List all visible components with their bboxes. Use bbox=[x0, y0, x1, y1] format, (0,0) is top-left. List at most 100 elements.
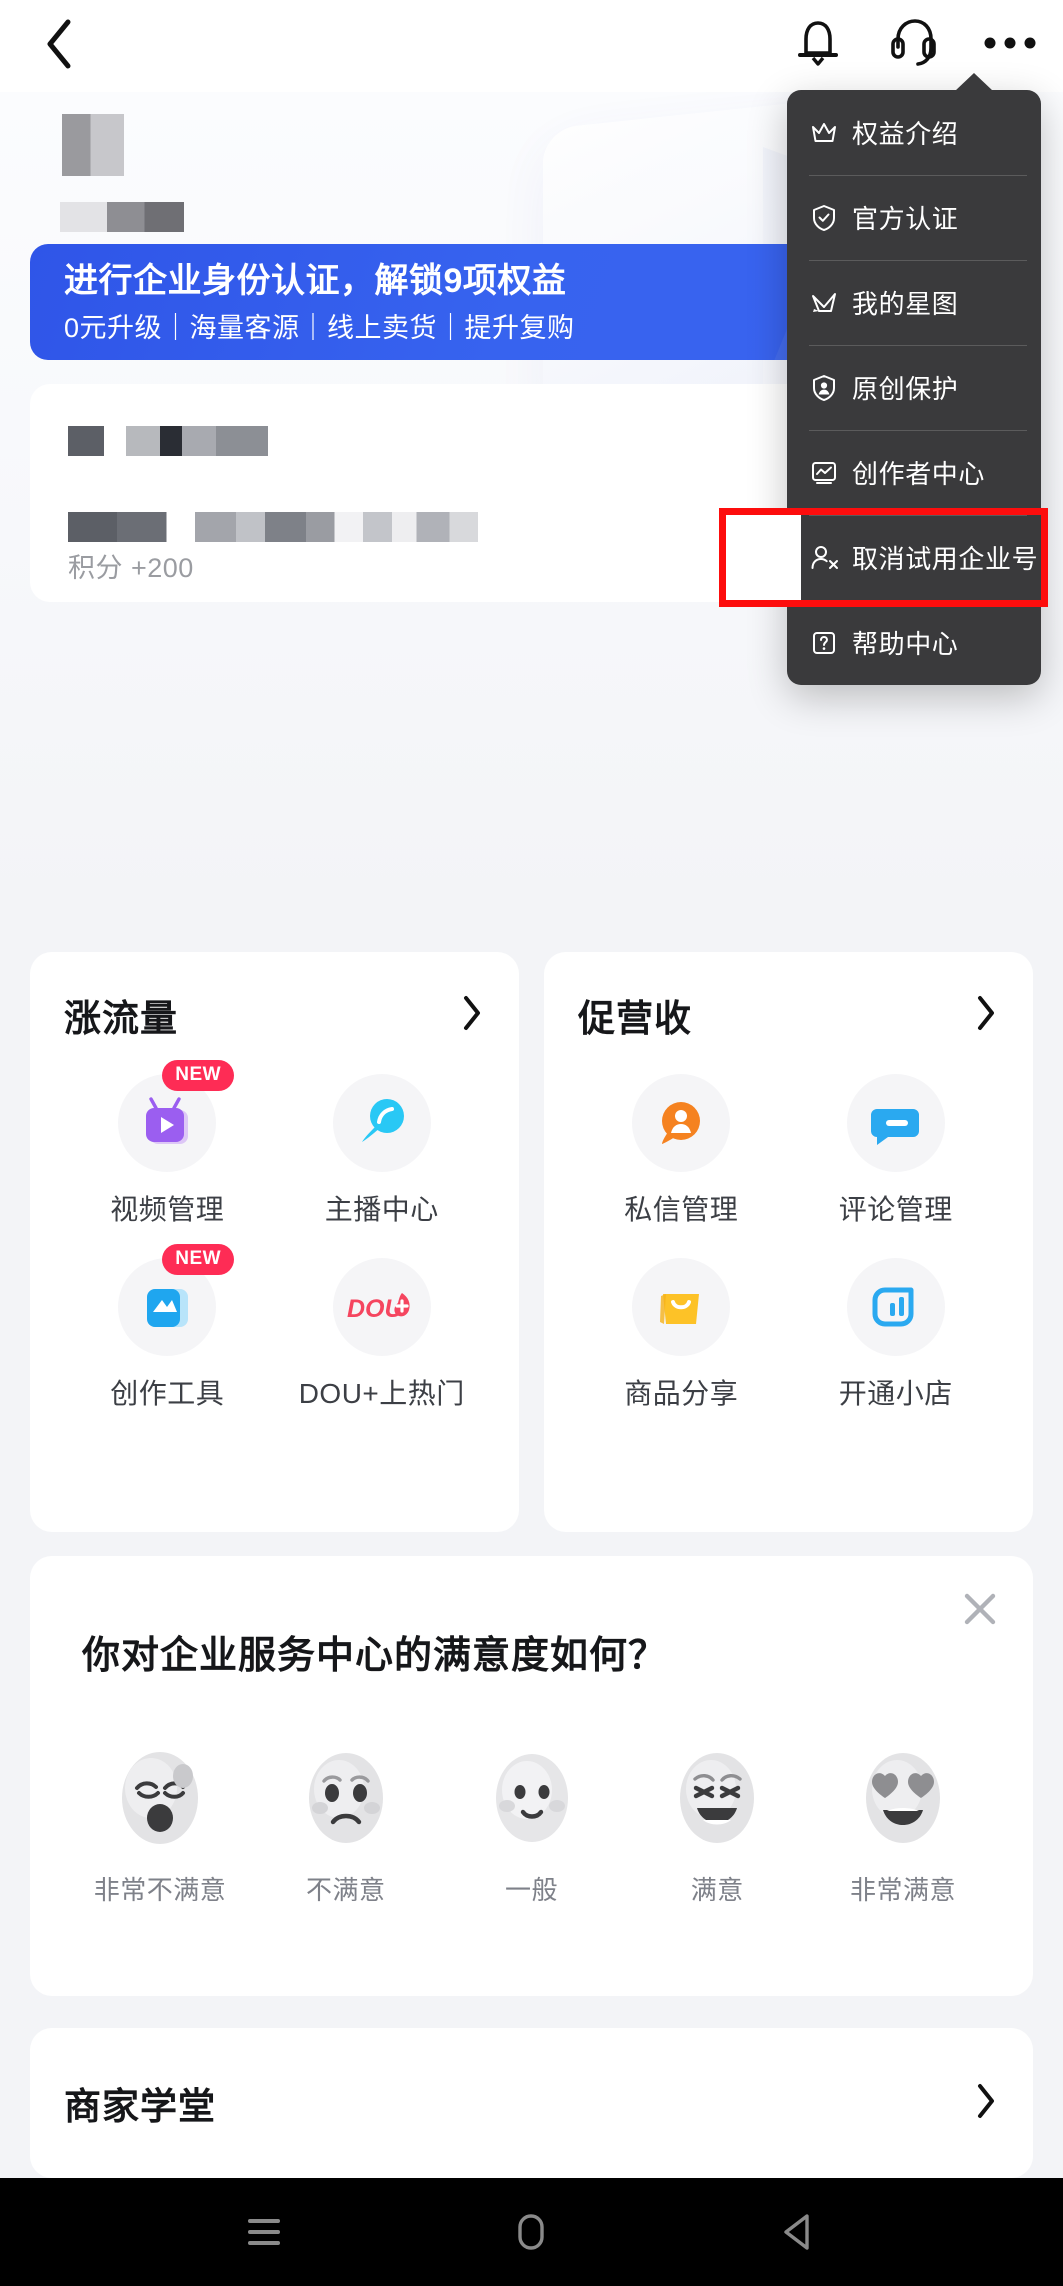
monitor-chart-icon bbox=[809, 458, 839, 488]
star-map-icon bbox=[809, 288, 839, 318]
feature-item-private-message[interactable]: 私信管理 bbox=[574, 1074, 789, 1228]
account-name-redacted bbox=[60, 202, 184, 232]
menu-item-cancel-trial-enterprise-account[interactable]: 取消试用企业号 bbox=[719, 508, 1048, 607]
crown-icon bbox=[809, 118, 839, 148]
shield-check-icon bbox=[809, 203, 839, 233]
feature-item-label: 主播中心 bbox=[324, 1194, 439, 1225]
close-icon bbox=[964, 1593, 996, 1625]
back-button[interactable] bbox=[30, 14, 90, 74]
feature-cards: 涨流量 NEW 视频管理 主播中心 NEW 创作工具 DOU DOU+上热门 促… bbox=[30, 952, 1033, 1532]
feature-grid: 私信管理 评论管理 商品分享 开通小店 bbox=[574, 1074, 1003, 1412]
avatar bbox=[62, 114, 124, 176]
info-row-redacted-1 bbox=[68, 426, 268, 456]
chevron-right-icon[interactable] bbox=[461, 994, 483, 1037]
feature-item-label: 视频管理 bbox=[110, 1194, 225, 1225]
headset-icon bbox=[891, 19, 936, 66]
feature-grid: NEW 视频管理 主播中心 NEW 创作工具 DOU DOU+上热门 bbox=[60, 1060, 490, 1412]
feature-item-label: 评论管理 bbox=[838, 1194, 953, 1225]
more-options-menu: 权益介绍 官方认证 我的星图 原创保护 创作者中心 取消试用企业号 帮助中心 bbox=[719, 73, 1048, 685]
feature-item-label: 开通小店 bbox=[838, 1378, 953, 1409]
home-pill-icon bbox=[518, 2214, 545, 2250]
points-label: 积分 +200 bbox=[68, 553, 194, 583]
menu-item-label: 权益介绍 bbox=[852, 119, 959, 149]
app-root: 进行企业身份认证，解锁9项权益 0元升级｜海量客源｜线上卖货｜提升复购 积分 +… bbox=[0, 0, 1063, 2286]
survey-option-very-satisfied[interactable]: 非常满意 bbox=[813, 1748, 993, 1907]
feature-item-video-management[interactable]: NEW 视频管理 bbox=[60, 1060, 275, 1228]
menu-item-official-cert[interactable]: 官方认证 bbox=[787, 175, 1041, 260]
survey-option-label: 非常不满意 bbox=[93, 1875, 227, 1905]
menu-item-label: 创作者中心 bbox=[852, 459, 986, 489]
menu-item-label: 帮助中心 bbox=[852, 629, 959, 659]
customer-service-button[interactable] bbox=[883, 10, 945, 76]
survey-option-label: 不满意 bbox=[305, 1875, 386, 1905]
feature-card-header[interactable]: 促营收 bbox=[574, 988, 1003, 1042]
dissatisfied-face bbox=[308, 1753, 383, 1843]
satisfaction-survey-card: 你对企业服务中心的满意度如何？ 非常不满意 不满意 一般 满意 非常满意 bbox=[30, 1556, 1033, 1996]
survey-option-label: 非常满意 bbox=[849, 1875, 956, 1905]
feature-item-label: DOU+上热门 bbox=[298, 1378, 465, 1409]
feature-item-open-shop[interactable]: 开通小店 bbox=[789, 1258, 1004, 1412]
back-triangle-icon bbox=[784, 2214, 809, 2250]
menu-item-original-protection[interactable]: 原创保护 bbox=[787, 345, 1041, 430]
feature-card-header[interactable]: 涨流量 bbox=[60, 988, 489, 1042]
satisfied-face bbox=[680, 1753, 755, 1843]
feature-item-creation-tools[interactable]: NEW 创作工具 bbox=[60, 1244, 275, 1412]
feature-card-title: 促营收 bbox=[578, 998, 692, 1039]
feature-item-product-share[interactable]: 商品分享 bbox=[574, 1258, 789, 1412]
info-row-redacted-2 bbox=[68, 512, 478, 542]
feature-card-title: 涨流量 bbox=[64, 998, 178, 1039]
dou-plus-icon: DOU bbox=[333, 1258, 431, 1356]
survey-option-label: 一般 bbox=[504, 1875, 558, 1905]
feature-card-revenue: 促营收 私信管理 评论管理 商品分享 开通小店 bbox=[544, 952, 1033, 1532]
new-badge: NEW bbox=[162, 1244, 235, 1275]
chevron-left-icon bbox=[47, 19, 71, 69]
bell-icon bbox=[798, 21, 838, 66]
feature-item-label: 商品分享 bbox=[624, 1378, 739, 1409]
highlight-box-extension bbox=[719, 508, 801, 607]
comment-icon bbox=[847, 1074, 945, 1172]
home-button[interactable] bbox=[486, 2197, 576, 2267]
feature-card-traffic: 涨流量 NEW 视频管理 主播中心 NEW 创作工具 DOU DOU+上热门 bbox=[30, 952, 519, 1532]
close-survey-button[interactable] bbox=[957, 1586, 1003, 1632]
back-button-nav[interactable] bbox=[754, 2197, 844, 2267]
menu-item-label: 取消试用企业号 bbox=[852, 544, 1039, 574]
feature-item-anchor-center[interactable]: 主播中心 bbox=[275, 1074, 490, 1228]
system-navigation-bar bbox=[0, 2178, 1063, 2286]
survey-options: 非常不满意 不满意 一般 满意 非常满意 bbox=[70, 1748, 993, 1907]
survey-option-label: 满意 bbox=[690, 1875, 744, 1905]
menu-lines-icon bbox=[247, 2219, 280, 2245]
feature-item-label: 创作工具 bbox=[110, 1378, 225, 1409]
very-dissatisfied-face bbox=[122, 1752, 198, 1844]
menu-item-creator-center[interactable]: 创作者中心 bbox=[787, 430, 1041, 515]
feature-item-dou-plus[interactable]: DOU DOU+上热门 bbox=[275, 1258, 490, 1412]
shield-person-icon bbox=[809, 373, 839, 403]
new-badge: NEW bbox=[162, 1060, 235, 1091]
notification-button[interactable] bbox=[787, 10, 849, 76]
feature-item-label: 私信管理 bbox=[624, 1194, 739, 1225]
menu-item-star-map[interactable]: 我的星图 bbox=[787, 260, 1041, 345]
header-action-icons bbox=[787, 10, 1041, 76]
app-header bbox=[0, 0, 1063, 92]
live-mic-icon bbox=[333, 1074, 431, 1172]
neutral-face bbox=[495, 1754, 568, 1842]
merchant-school-card[interactable]: 商家学堂 bbox=[30, 2028, 1033, 2178]
very-satisfied-face bbox=[866, 1753, 940, 1843]
shopping-bag-icon bbox=[632, 1258, 730, 1356]
more-options-button[interactable] bbox=[979, 10, 1041, 76]
person-remove-icon bbox=[809, 543, 839, 573]
question-box-icon bbox=[809, 628, 839, 658]
chevron-right-icon[interactable] bbox=[975, 2082, 997, 2125]
more-dots-icon bbox=[984, 37, 1036, 49]
survey-option-very-dissatisfied[interactable]: 非常不满意 bbox=[70, 1748, 250, 1907]
chevron-right-icon[interactable] bbox=[975, 994, 997, 1037]
menu-item-benefits[interactable]: 权益介绍 bbox=[787, 90, 1041, 175]
recents-button[interactable] bbox=[219, 2197, 309, 2267]
shop-icon bbox=[847, 1258, 945, 1356]
survey-option-neutral[interactable]: 一般 bbox=[442, 1748, 622, 1907]
menu-item-help-center[interactable]: 帮助中心 bbox=[787, 600, 1041, 685]
feature-item-comment-management[interactable]: 评论管理 bbox=[789, 1074, 1004, 1228]
survey-option-satisfied[interactable]: 满意 bbox=[627, 1748, 807, 1907]
menu-item-label: 官方认证 bbox=[852, 204, 959, 234]
message-person-icon bbox=[632, 1074, 730, 1172]
survey-option-dissatisfied[interactable]: 不满意 bbox=[256, 1748, 436, 1907]
